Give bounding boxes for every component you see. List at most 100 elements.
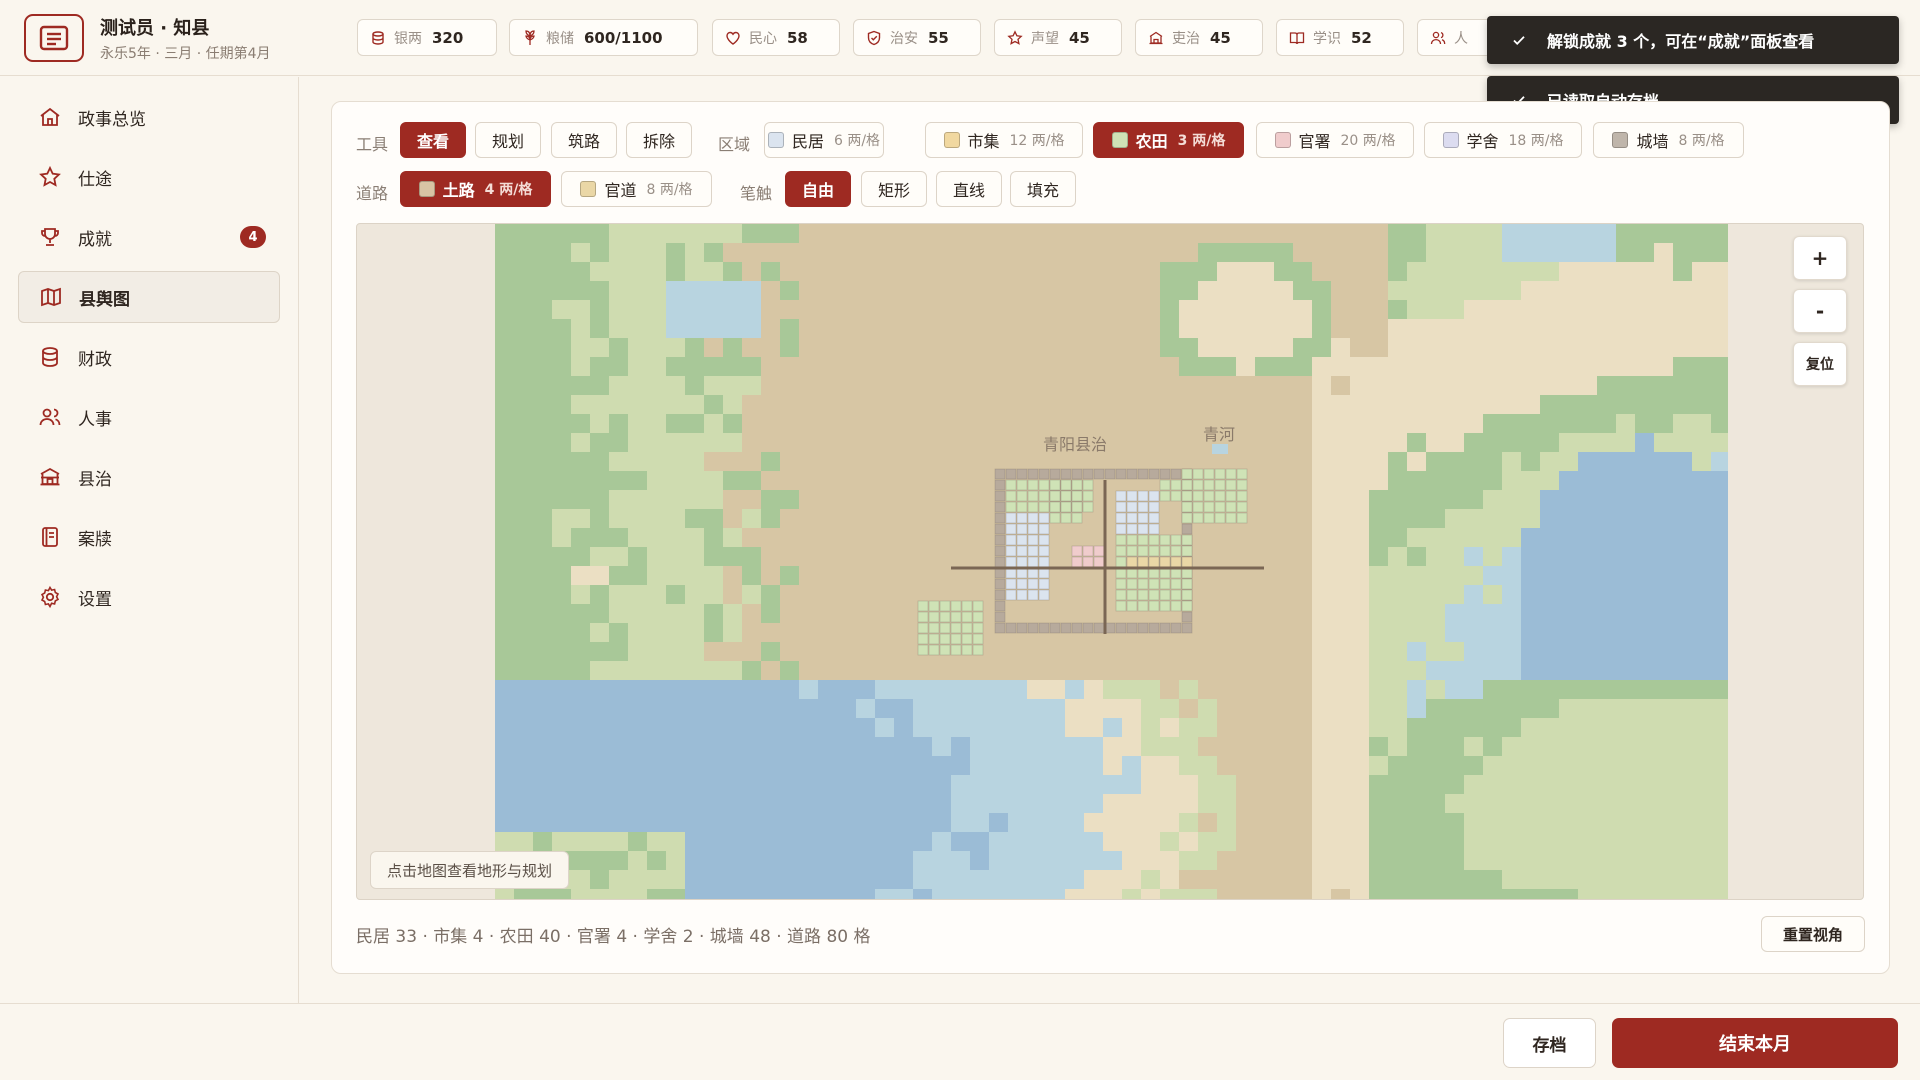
terrain-tile — [761, 547, 781, 567]
sidebar-item-label: 人事 — [78, 409, 112, 430]
terrain-tile — [704, 471, 724, 491]
terrain-tile — [1198, 547, 1218, 567]
terrain-tile — [1654, 718, 1674, 738]
people-icon — [39, 408, 61, 426]
terrain-tile — [1008, 376, 1028, 396]
terrain-tile — [1407, 509, 1427, 529]
end-month-button[interactable]: 结束本月 — [1612, 1018, 1898, 1068]
terrain-tile — [818, 813, 838, 833]
stat-silver[interactable]: 银两 320 — [357, 19, 497, 56]
map-reset-button[interactable]: 复位 — [1793, 342, 1847, 386]
terrain-tile — [1065, 889, 1085, 899]
county-map-canvas[interactable]: 青阳县治 青河 — [495, 224, 1728, 900]
terrain-tile — [1635, 471, 1655, 491]
terrain-tile — [495, 281, 515, 301]
farmland-tile — [939, 622, 951, 634]
terrain-tile — [1141, 642, 1161, 662]
sidebar-item-county-office[interactable]: 县治 — [18, 451, 280, 503]
stat-learning[interactable]: 学识 52 — [1276, 19, 1404, 56]
terrain-tile — [932, 737, 952, 757]
terrain-tile — [628, 756, 648, 776]
sidebar-item-documents[interactable]: 案牍 — [18, 511, 280, 563]
terrain-tile — [1255, 547, 1275, 567]
zone-farmland-button[interactable]: 农田 3 两/格 — [1093, 122, 1244, 158]
sidebar-item-personnel[interactable]: 人事 — [18, 391, 280, 443]
toast-achievement[interactable]: 解锁成就 3 个，可在“成就”面板查看 — [1487, 16, 1899, 64]
terrain-tile — [685, 642, 705, 662]
brush-rect-button[interactable]: 矩形 — [861, 171, 927, 207]
terrain-tile — [1160, 851, 1180, 871]
terrain-tile — [1255, 623, 1275, 643]
terrain-tile — [818, 604, 838, 624]
terrain-tile — [1084, 281, 1104, 301]
tool-view-button[interactable]: 查看 — [400, 122, 466, 158]
tool-build-road-button[interactable]: 筑路 — [551, 122, 617, 158]
terrain-tile — [1635, 281, 1655, 301]
terrain-tile — [1597, 794, 1617, 814]
stat-grain[interactable]: 粮储 600/1100 — [509, 19, 698, 56]
terrain-tile — [856, 623, 876, 643]
terrain-tile — [970, 832, 990, 852]
terrain-tile — [1274, 642, 1294, 662]
stat-morale[interactable]: 民心 58 — [712, 19, 840, 56]
terrain-tile — [951, 775, 971, 795]
terrain-tile — [1236, 414, 1256, 434]
terrain-tile — [1122, 243, 1142, 263]
terrain-tile — [1255, 642, 1275, 662]
terrain-tile — [970, 243, 990, 263]
menu-document-icon[interactable] — [24, 14, 84, 62]
zone-wall-button[interactable]: 城墙 8 两/格 — [1593, 122, 1744, 158]
tool-plan-button[interactable]: 规划 — [475, 122, 541, 158]
sidebar-item-career[interactable]: 仕途 — [18, 151, 280, 203]
terrain-tile — [590, 224, 610, 244]
terrain-tile — [1464, 281, 1484, 301]
terrain-tile — [894, 585, 914, 605]
zone-school-button[interactable]: 学舍 18 两/格 — [1424, 122, 1582, 158]
brush-line-button[interactable]: 直线 — [936, 171, 1002, 207]
terrain-tile — [1369, 851, 1389, 871]
sidebar-item-achievements[interactable]: 成就 4 — [18, 211, 280, 263]
zone-residential-button[interactable]: 民居 6 两/格 — [764, 122, 884, 158]
terrain-tile — [1274, 471, 1294, 491]
stat-governance[interactable]: 吏治 45 — [1135, 19, 1263, 56]
terrain-tile — [932, 547, 952, 567]
sidebar-item-overview[interactable]: 政事总览 — [18, 91, 280, 143]
county-map-viewport[interactable]: 青阳县治 青河 + - 复位 点击地图查看地形与规划 — [356, 223, 1864, 900]
terrain-tile — [1198, 775, 1218, 795]
zoom-out-button[interactable]: - — [1793, 289, 1847, 333]
zone-office-button[interactable]: 官署 20 两/格 — [1256, 122, 1414, 158]
zoom-in-button[interactable]: + — [1793, 236, 1847, 280]
terrain-tile — [780, 547, 800, 567]
terrain-tile — [1407, 490, 1427, 510]
terrain-tile — [628, 452, 648, 472]
terrain-tile — [1046, 680, 1066, 700]
stat-security[interactable]: 治安 55 — [853, 19, 981, 56]
terrain-tile — [1388, 794, 1408, 814]
terrain-tile — [647, 718, 667, 738]
road-dirt-button[interactable]: 土路 4 两/格 — [400, 171, 551, 207]
terrain-tile — [818, 642, 838, 662]
terrain-tile — [742, 281, 762, 301]
brush-fill-button[interactable]: 填充 — [1010, 171, 1076, 207]
sidebar-item-finance[interactable]: 财政 — [18, 331, 280, 383]
terrain-tile — [1141, 452, 1161, 472]
terrain-tile — [571, 604, 591, 624]
terrain-tile — [1502, 262, 1522, 282]
terrain-tile — [1483, 433, 1503, 453]
terrain-tile — [1141, 737, 1161, 757]
stat-reputation[interactable]: 声望 45 — [994, 19, 1122, 56]
terrain-tile — [571, 680, 591, 700]
sidebar-item-county-map[interactable]: 县舆图 — [18, 271, 280, 323]
zone-market-button[interactable]: 市集 12 两/格 — [925, 122, 1083, 158]
reset-view-button[interactable]: 重置视角 — [1761, 916, 1865, 952]
terrain-tile — [1008, 319, 1028, 339]
tool-demolish-button[interactable]: 拆除 — [626, 122, 692, 158]
terrain-tile — [875, 547, 895, 567]
road-highway-button[interactable]: 官道 8 两/格 — [561, 171, 712, 207]
terrain-tile — [1483, 813, 1503, 833]
save-game-button[interactable]: 存档 — [1503, 1018, 1596, 1068]
sidebar-item-settings[interactable]: 设置 — [18, 571, 280, 623]
terrain-tile — [1483, 262, 1503, 282]
terrain-tile — [1027, 281, 1047, 301]
brush-free-button[interactable]: 自由 — [785, 171, 851, 207]
